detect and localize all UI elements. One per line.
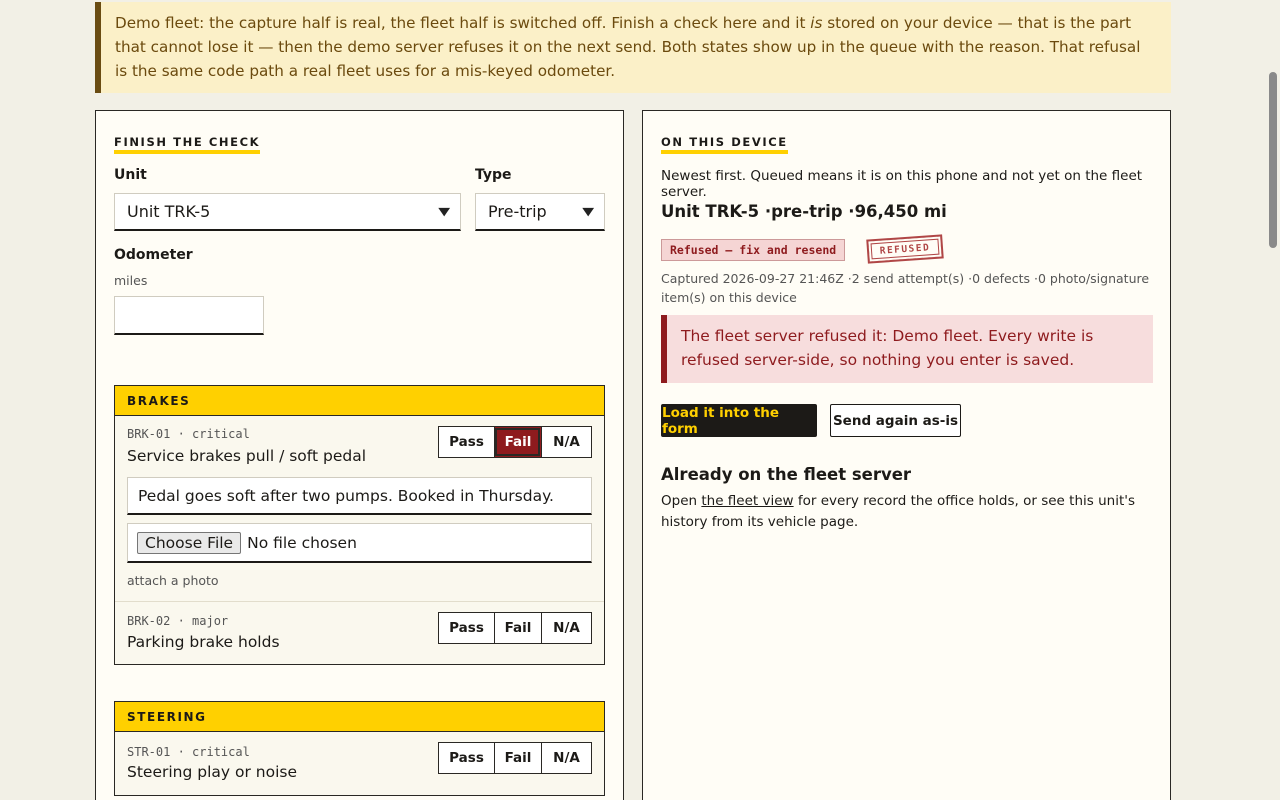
result-toggle: Pass Fail N/A bbox=[438, 426, 592, 458]
group-steering-title: STEERING bbox=[115, 702, 604, 732]
device-intro: Newest first. Queued means it is on this… bbox=[661, 168, 1143, 200]
finish-check-title: FINISH THE CHECK bbox=[114, 135, 261, 154]
defect-note-input[interactable]: Pedal goes soft after two pumps. Booked … bbox=[127, 477, 592, 515]
pass-button[interactable]: Pass bbox=[439, 613, 494, 643]
file-hint: attach a photo bbox=[127, 573, 219, 588]
item-code: STR-01 · critical bbox=[127, 745, 250, 759]
device-queue-panel: ON THIS DEVICE Newest first. Queued mean… bbox=[642, 110, 1171, 800]
fail-button[interactable]: Fail bbox=[494, 613, 541, 643]
send-again-button[interactable]: Send again as-is bbox=[830, 404, 961, 437]
page-scrollbar[interactable] bbox=[1265, 0, 1280, 800]
item-code: BRK-02 · major bbox=[127, 614, 229, 628]
item-name: Service brakes pull / soft pedal bbox=[127, 447, 367, 465]
chevron-down-icon: ▼ bbox=[581, 205, 594, 218]
pass-button[interactable]: Pass bbox=[439, 427, 494, 457]
result-toggle: Pass Fail N/A bbox=[438, 742, 592, 774]
status-badge: Refused — fix and resend bbox=[661, 239, 846, 261]
photo-file-input[interactable]: Choose File No file chosen bbox=[127, 523, 592, 563]
odometer-label: Odometer bbox=[114, 247, 193, 263]
choose-file-button[interactable]: Choose File bbox=[137, 531, 242, 554]
record-meta: Captured 2026-09-27 21:46Z ·2 send attem… bbox=[661, 271, 1150, 305]
group-steering: STEERING STR-01 · critical Steering play… bbox=[114, 701, 605, 796]
pass-button[interactable]: Pass bbox=[439, 743, 494, 773]
refused-stamp: REFUSED bbox=[866, 234, 944, 264]
banner-emphasis: is bbox=[810, 14, 823, 32]
type-select[interactable]: Pre-trip ▼ bbox=[475, 193, 605, 231]
na-button[interactable]: N/A bbox=[541, 613, 591, 643]
group-brakes: BRAKES BRK-01 · critical Service brakes … bbox=[114, 385, 605, 665]
server-text-1: Open bbox=[661, 493, 702, 509]
load-into-form-button[interactable]: Load it into the form bbox=[661, 404, 817, 437]
server-heading: Already on the fleet server bbox=[661, 465, 912, 484]
result-toggle: Pass Fail N/A bbox=[438, 612, 592, 644]
record-title: Unit TRK-5 ·pre-trip ·96,450 mi bbox=[661, 202, 947, 221]
unit-select-value: Unit TRK-5 bbox=[127, 202, 211, 221]
fleet-view-link[interactable]: the fleet view bbox=[701, 493, 793, 509]
fail-button[interactable]: Fail bbox=[494, 743, 541, 773]
check-item: STR-01 · critical Steering play or noise… bbox=[115, 732, 604, 794]
server-paragraph: Open the fleet view for every record the… bbox=[661, 491, 1151, 533]
odometer-input[interactable] bbox=[114, 296, 264, 335]
refusal-message: The fleet server refused it: Demo fleet.… bbox=[661, 315, 1153, 383]
check-item: BRK-02 · major Parking brake holds Pass … bbox=[115, 602, 604, 664]
banner-text-1: Demo fleet: the capture half is real, th… bbox=[115, 14, 811, 32]
item-code: BRK-01 · critical bbox=[127, 427, 250, 441]
demo-banner: Demo fleet: the capture half is real, th… bbox=[95, 2, 1171, 93]
chevron-down-icon: ▼ bbox=[437, 205, 450, 218]
type-select-value: Pre-trip bbox=[488, 202, 547, 221]
fail-button[interactable]: Fail bbox=[494, 427, 541, 457]
device-title: ON THIS DEVICE bbox=[661, 135, 788, 154]
item-name: Parking brake holds bbox=[127, 633, 280, 651]
unit-label: Unit bbox=[114, 167, 147, 183]
na-button[interactable]: N/A bbox=[541, 427, 591, 457]
na-button[interactable]: N/A bbox=[541, 743, 591, 773]
type-label: Type bbox=[475, 167, 512, 183]
unit-select[interactable]: Unit TRK-5 ▼ bbox=[114, 193, 461, 231]
scrollbar-thumb[interactable] bbox=[1269, 72, 1277, 248]
group-brakes-title: BRAKES bbox=[115, 386, 604, 416]
file-status: No file chosen bbox=[247, 533, 357, 552]
check-item: BRK-01 · critical Service brakes pull / … bbox=[115, 416, 604, 602]
item-name: Steering play or noise bbox=[127, 763, 298, 781]
odometer-unit: miles bbox=[114, 273, 148, 288]
